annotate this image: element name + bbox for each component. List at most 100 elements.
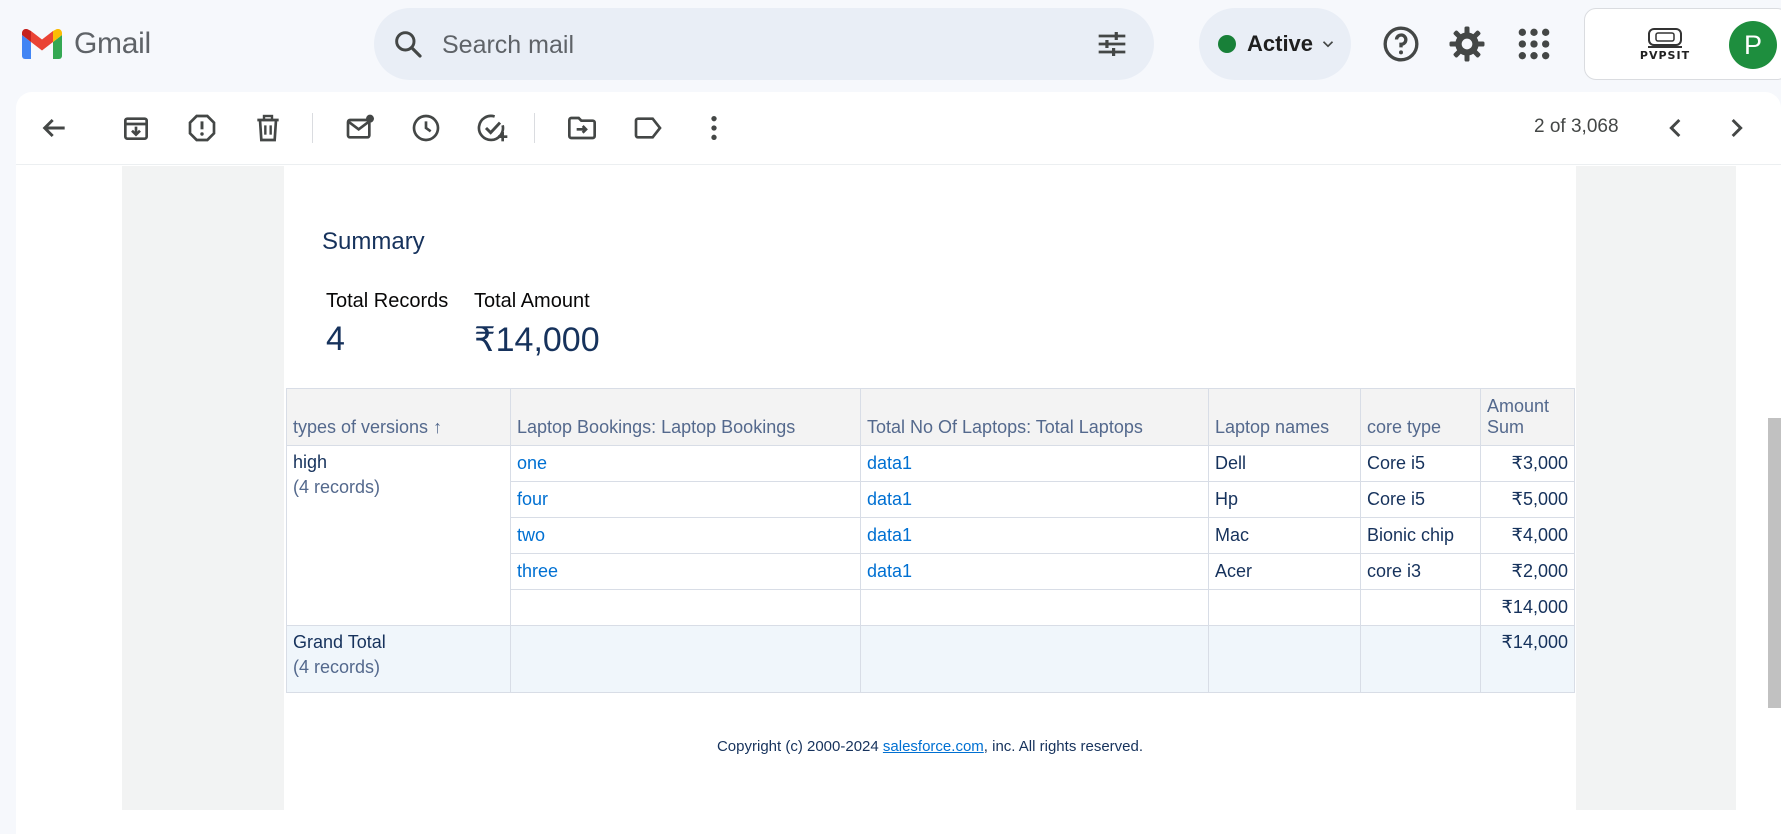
label-button[interactable] <box>632 112 664 144</box>
empty-cell <box>510 589 861 626</box>
mark-unread-button[interactable] <box>344 112 376 144</box>
total-records-label: Total Records <box>326 290 449 312</box>
back-button[interactable] <box>38 112 70 144</box>
chevron-down-icon <box>1322 41 1334 48</box>
total-laptops-cell: data1 <box>860 481 1209 518</box>
salesforce-link[interactable]: salesforce.com <box>883 738 984 755</box>
avatar[interactable]: P <box>1729 21 1777 69</box>
search-icon[interactable] <box>392 28 424 60</box>
booking-link[interactable]: three <box>517 561 558 581</box>
column-header-core-type[interactable]: core type <box>1360 388 1481 446</box>
amount-cell: ₹2,000 <box>1480 553 1575 590</box>
delete-button[interactable] <box>252 112 284 144</box>
move-to-icon <box>568 116 596 140</box>
empty-cell <box>1360 589 1481 626</box>
core-type-cell: Core i5 <box>1360 445 1481 482</box>
copyright-footer: Copyright (c) 2000-2024 salesforce.com, … <box>284 738 1576 755</box>
pagination-text: 2 of 3,068 <box>1534 116 1619 137</box>
total-laptops-link[interactable]: data1 <box>867 489 912 509</box>
organization-logo: PVPSIT <box>1615 27 1715 67</box>
core-type-cell: Core i5 <box>1360 481 1481 518</box>
status-label: Active <box>1247 31 1314 56</box>
settings-gear-icon[interactable] <box>1447 24 1487 64</box>
report-table: types of versions ↑ Laptop Bookings: Lap… <box>286 388 1575 693</box>
empty-cell <box>1208 625 1361 693</box>
help-icon[interactable] <box>1381 24 1421 64</box>
move-to-button[interactable] <box>566 112 598 144</box>
more-options-button[interactable] <box>698 112 730 144</box>
total-amount-label: Total Amount <box>474 290 590 312</box>
app-name: Gmail <box>74 27 151 60</box>
scrollbar-thumb[interactable] <box>1768 418 1781 708</box>
amount-cell: ₹5,000 <box>1480 481 1575 518</box>
more-options-icon <box>711 116 717 140</box>
chevron-left-icon <box>1669 118 1681 138</box>
grand-total-cell: Grand Total (4 records) <box>286 625 511 693</box>
newer-button[interactable] <box>1660 112 1692 144</box>
column-header-types-of-versions[interactable]: types of versions ↑ <box>286 388 511 446</box>
archive-button[interactable] <box>120 112 152 144</box>
booking-link[interactable]: one <box>517 453 547 473</box>
total-laptops-link[interactable]: data1 <box>867 453 912 473</box>
grand-total-row: Grand Total (4 records) ₹14,000 <box>286 625 1575 693</box>
add-to-tasks-button[interactable] <box>476 112 508 144</box>
total-laptops-cell: data1 <box>860 445 1209 482</box>
column-header-amount-sum[interactable]: Amount Sum <box>1480 388 1575 446</box>
message-view: 2 of 3,068 Summary Total Records 4 Total… <box>16 92 1781 834</box>
group-name: high <box>293 452 328 472</box>
add-task-icon <box>477 114 508 142</box>
search-input[interactable] <box>440 26 1044 64</box>
amount-cell: ₹4,000 <box>1480 517 1575 554</box>
top-bar: Gmail Active <box>0 0 1781 88</box>
empty-cell <box>860 625 1209 693</box>
booking-cell: one <box>510 445 861 482</box>
booking-cell: two <box>510 517 861 554</box>
search-options-icon[interactable] <box>1096 28 1128 60</box>
grand-total-record-count: (4 records) <box>293 657 381 677</box>
back-arrow-icon <box>42 118 65 138</box>
summary-title: Summary <box>322 228 425 255</box>
booking-cell: four <box>510 481 861 518</box>
snooze-icon <box>412 114 440 142</box>
empty-cell <box>1360 625 1481 693</box>
label-icon <box>634 117 662 139</box>
column-header-laptop-bookings[interactable]: Laptop Bookings: Laptop Bookings <box>510 388 861 446</box>
grand-total-label: Grand Total <box>293 632 386 652</box>
total-laptops-link[interactable]: data1 <box>867 561 912 581</box>
total-records-value: 4 <box>326 320 345 358</box>
booking-link[interactable]: two <box>517 525 545 545</box>
grand-total-amount: ₹14,000 <box>1480 625 1575 693</box>
laptop-name-cell: Hp <box>1208 481 1361 518</box>
delete-icon <box>257 114 279 142</box>
table-row: high (4 records) one data1 Dell Core i5 … <box>286 445 1575 626</box>
laptop-name-cell: Dell <box>1208 445 1361 482</box>
empty-cell <box>860 589 1209 626</box>
organization-emblem-icon <box>1648 28 1682 48</box>
status-chip[interactable]: Active <box>1199 8 1351 80</box>
total-laptops-link[interactable]: data1 <box>867 525 912 545</box>
group-cell: high (4 records) <box>286 445 511 626</box>
status-dot <box>1218 35 1236 53</box>
core-type-cell: core i3 <box>1360 553 1481 590</box>
laptop-name-cell: Acer <box>1208 553 1361 590</box>
subtotal-amount: ₹14,000 <box>1480 589 1575 626</box>
empty-cell <box>1208 589 1361 626</box>
column-header-laptop-names[interactable]: Laptop names <box>1208 388 1361 446</box>
gmail-logo[interactable]: Gmail <box>22 24 151 64</box>
column-header-total-laptops[interactable]: Total No Of Laptops: Total Laptops <box>860 388 1209 446</box>
apps-grid-icon[interactable] <box>1514 24 1554 64</box>
report-spam-button[interactable] <box>186 112 218 144</box>
core-type-cell: Bionic chip <box>1360 517 1481 554</box>
booking-link[interactable]: four <box>517 489 548 509</box>
copyright-prefix: Copyright (c) 2000-2024 <box>716 738 883 755</box>
total-laptops-cell: data1 <box>860 517 1209 554</box>
total-amount-value: ₹14,000 <box>474 321 600 359</box>
account-switcher[interactable]: PVPSIT P <box>1584 8 1781 80</box>
older-button[interactable] <box>1720 112 1752 144</box>
total-laptops-cell: data1 <box>860 553 1209 590</box>
amount-cell: ₹3,000 <box>1480 445 1575 482</box>
snooze-button[interactable] <box>410 112 442 144</box>
toolbar-divider <box>534 113 535 143</box>
empty-cell <box>510 625 861 693</box>
search-bar[interactable] <box>374 8 1154 80</box>
